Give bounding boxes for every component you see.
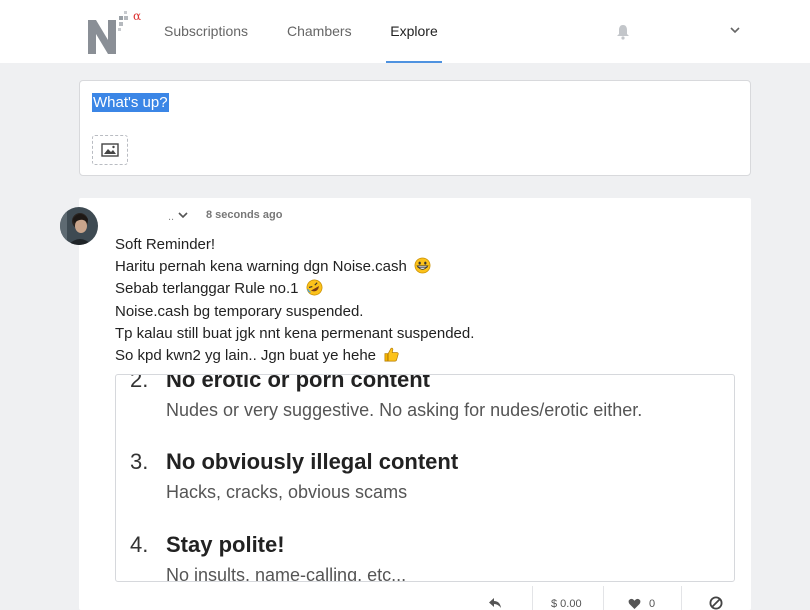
post-line: Noise.cash bg temporary suspended.	[115, 301, 735, 323]
grinning-face-emoji-icon	[414, 257, 431, 274]
post-line: So kpd kwn2 yg lain.. Jgn buat ye hehe	[115, 345, 735, 367]
post-line-text: Soft Reminder!	[115, 236, 216, 253]
author-name[interactable]: ..	[168, 211, 174, 223]
post-line-text: Noise.cash bg temporary suspended.	[115, 302, 364, 320]
add-image-button[interactable]	[92, 135, 128, 165]
post-line-text: Haritu pernah kena warning dgn Noise.cas…	[115, 258, 407, 276]
rule-number: 3.	[130, 449, 149, 474]
post-line: Soft Reminder!	[115, 234, 735, 256]
like-count: 0	[649, 598, 656, 610]
post-line-text: Tp kalau still buat jgk nnt kena permena…	[115, 324, 475, 342]
tip-button[interactable]: $ 0.00	[551, 598, 582, 610]
account-chevron-down-icon[interactable]	[729, 25, 741, 35]
post-line: Haritu pernah kena warning dgn Noise.cas…	[115, 256, 735, 278]
action-divider	[681, 586, 682, 610]
image-icon	[101, 143, 119, 157]
rule-description: No insults, name-calling, etc...	[166, 565, 407, 582]
action-divider	[603, 586, 604, 610]
tab-subscriptions[interactable]: Subscriptions	[164, 0, 248, 63]
rule-title: No erotic or porn content	[166, 374, 430, 392]
bell-icon[interactable]	[616, 24, 630, 40]
rule-number: 4.	[130, 532, 149, 557]
rule-title: Stay polite!	[166, 532, 285, 557]
tab-explore[interactable]: Explore	[386, 0, 442, 63]
post-line-text: So kpd kwn2 yg lain.. Jgn buat ye hehe	[115, 347, 377, 365]
post-line: Sebab terlanggar Rule no.1	[115, 278, 735, 300]
post-actions-bar: $ 0.00 0	[79, 584, 751, 610]
rofl-emoji-icon	[306, 279, 323, 296]
top-nav-bar: α Subscriptions Chambers Explore	[0, 0, 810, 63]
post-attached-image[interactable]: 2. No erotic or porn content Nudes or ve…	[115, 374, 735, 582]
rule-number: 2.	[130, 374, 149, 392]
thumbs-up-emoji-icon	[384, 347, 399, 362]
logo-alpha-mark: α	[133, 9, 141, 23]
post-menu-chevron-down-icon[interactable]	[178, 211, 188, 219]
avatar-image	[60, 207, 98, 245]
post-composer: What's up?	[79, 80, 751, 176]
rule-description: Hacks, cracks, obvious scams	[166, 482, 408, 502]
tab-chambers[interactable]: Chambers	[287, 0, 352, 63]
post-timestamp[interactable]: 8 seconds ago	[206, 209, 282, 221]
reply-icon[interactable]	[488, 597, 502, 609]
rule-description: Nudes or very suggestive. No asking for …	[166, 400, 643, 420]
author-avatar[interactable]	[60, 207, 98, 245]
composer-input[interactable]: What's up?	[92, 93, 169, 112]
post-line: Tp kalau still buat jgk nnt kena permena…	[115, 323, 735, 345]
heart-icon[interactable]	[628, 598, 641, 610]
post-line-text: Sebab terlanggar Rule no.1	[115, 280, 299, 298]
noise-logo-icon[interactable]: α	[86, 8, 146, 58]
block-icon[interactable]	[709, 596, 723, 610]
post-body: Soft Reminder! Haritu pernah kena warnin…	[115, 234, 735, 367]
rule-title: No obviously illegal content	[166, 449, 459, 474]
action-divider	[532, 586, 533, 610]
